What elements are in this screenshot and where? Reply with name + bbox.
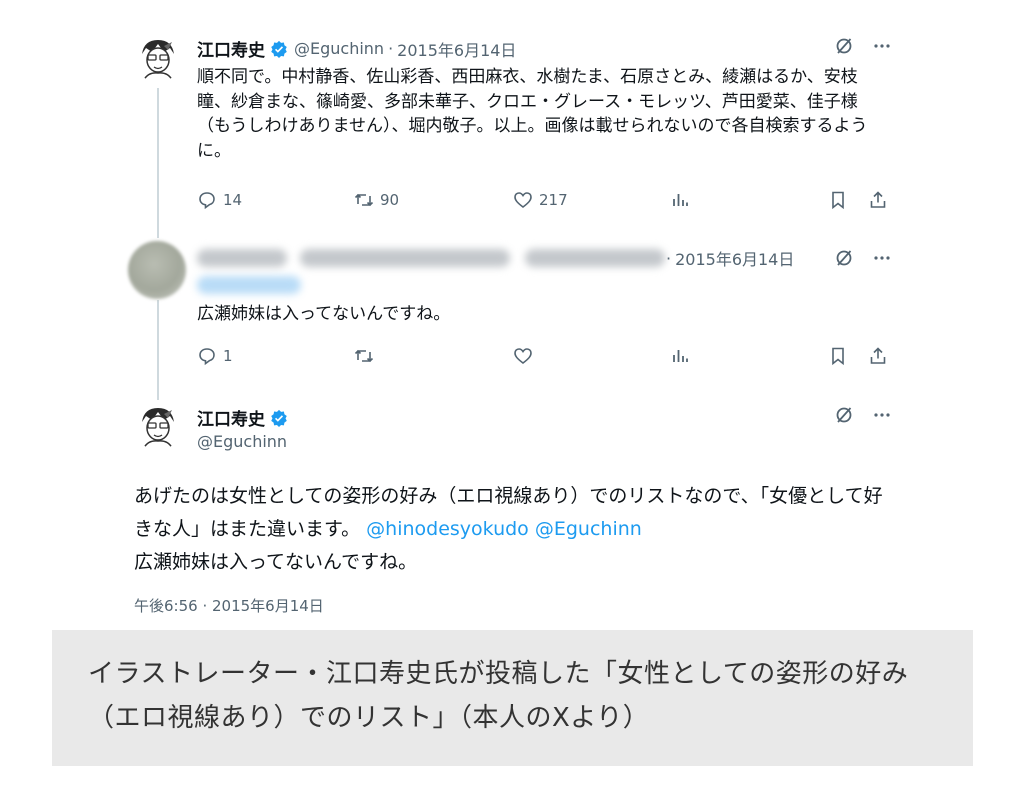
image-caption: イラストレーター・江口寿史氏が投稿した「女性としての姿形の好み（エロ視線あり）で… [88,659,909,733]
tweet-text-focused: あげたのは女性としての姿形の好み（エロ視線あり）でのリストなので、「女優として好… [134,480,894,579]
retweet-count: 90 [380,191,400,209]
avatar-illustration-icon [134,402,182,450]
tweet-date[interactable]: 2015年6月14日 [397,37,516,61]
bookmark-icon [832,191,844,210]
retweet-button[interactable]: 90 [354,190,399,210]
views-button[interactable] [670,190,690,210]
tweet-header: 江口寿史 @Eguchinn · 2015年6月14日 [197,36,516,61]
separator-dot: · [388,39,394,58]
tweet-header-actions [834,36,892,56]
reply-count: 14 [223,191,243,209]
views-chart-icon [673,350,688,362]
tweet-header-actions [834,405,892,425]
tweet-header-actions [834,248,892,268]
separator-dot: · [666,248,672,268]
heart-icon [514,348,532,365]
grok-slash-icon[interactable] [834,36,854,56]
handle[interactable]: @Eguchinn [294,39,384,58]
avatar-blurred[interactable] [128,241,186,299]
reply-button[interactable]: 14 [197,190,242,210]
more-options-icon[interactable] [872,405,892,425]
grok-slash-icon[interactable] [834,405,854,425]
views-button[interactable] [670,346,690,366]
mention-link[interactable]: @hinodesyokudo [366,518,529,540]
tweet-text: 順不同で。中村静香、佐山彩香、西田麻衣、水樹たま、石原さとみ、綾瀬はるか、安枝瞳… [197,67,868,161]
tweet-text-quoted: 広瀬姉妹は入ってないんですね。 [134,551,418,573]
tweet-header: · 2015年6月14日 [666,246,794,270]
verified-badge-icon [271,40,287,58]
share-icon [870,347,886,364]
tweet-header: 江口寿史 [197,405,288,430]
mention-link[interactable]: @Eguchinn [535,518,642,540]
views-chart-icon [673,194,688,206]
reply-icon [199,192,215,210]
caption-box: イラストレーター・江口寿史氏が投稿した「女性としての姿形の好み（エロ視線あり）で… [52,630,973,766]
handle[interactable]: @Eguchinn [197,432,287,451]
thread-line [157,88,159,238]
reply-icon [199,348,215,366]
tweet-text: 広瀬姉妹は入ってないんですね。 [197,304,451,324]
more-options-icon[interactable] [872,248,892,268]
tweet-actions: 14 90 217 [0,188,1024,212]
avatar[interactable] [134,34,182,82]
tweet-actions: 1 [0,344,1024,368]
display-name[interactable]: 江口寿史 [197,405,265,430]
retweet-icon [354,193,374,207]
bookmark-button[interactable] [828,346,848,366]
share-button[interactable] [868,346,888,366]
grok-slash-icon[interactable] [834,248,854,268]
share-button[interactable] [868,190,888,210]
retweet-icon [354,349,374,363]
like-button[interactable]: 217 [513,190,568,210]
more-options-icon[interactable] [872,36,892,56]
tweet-date[interactable]: 2015年6月14日 [675,246,794,270]
avatar[interactable] [134,402,182,450]
display-name[interactable]: 江口寿史 [197,36,265,61]
avatar-illustration-icon [134,34,182,82]
tweet-timestamp[interactable]: 午後6:56 · 2015年6月14日 [134,595,324,616]
share-icon [870,191,886,208]
like-count: 217 [539,191,568,209]
bookmark-button[interactable] [828,190,848,210]
heart-icon [514,192,532,209]
retweet-button[interactable] [354,346,374,366]
verified-badge-icon [271,409,287,427]
bookmark-icon [832,347,844,366]
like-button[interactable] [513,346,533,366]
reply-count: 1 [223,347,233,365]
reply-button[interactable]: 1 [197,346,233,366]
